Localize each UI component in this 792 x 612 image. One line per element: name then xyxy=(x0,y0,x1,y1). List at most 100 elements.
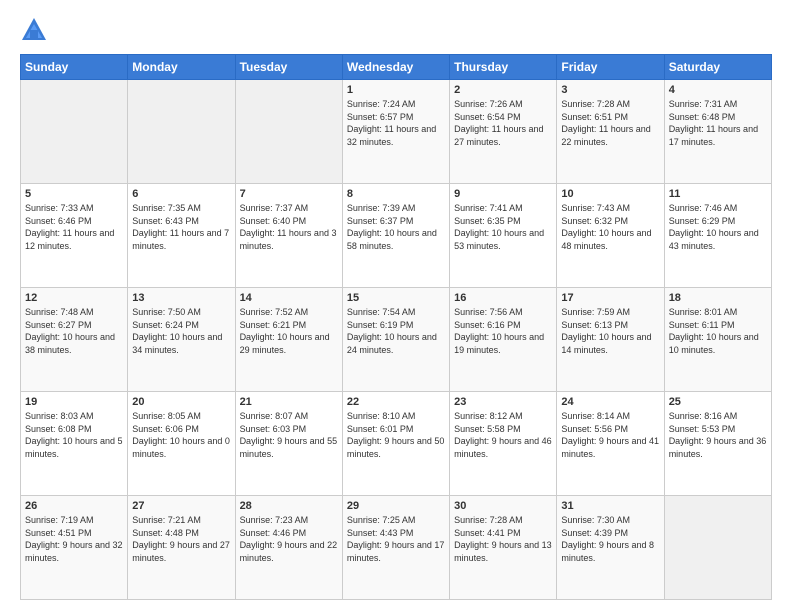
day-info: Sunrise: 7:31 AMSunset: 6:48 PMDaylight:… xyxy=(669,98,767,148)
day-info: Sunrise: 7:26 AMSunset: 6:54 PMDaylight:… xyxy=(454,98,552,148)
week-row-2: 12 Sunrise: 7:48 AMSunset: 6:27 PMDayligh… xyxy=(21,288,772,392)
weekday-header-tuesday: Tuesday xyxy=(235,55,342,80)
weekday-header-saturday: Saturday xyxy=(664,55,771,80)
day-info: Sunrise: 8:14 AMSunset: 5:56 PMDaylight:… xyxy=(561,410,659,460)
day-info: Sunrise: 7:21 AMSunset: 4:48 PMDaylight:… xyxy=(132,514,230,564)
calendar-table: SundayMondayTuesdayWednesdayThursdayFrid… xyxy=(20,54,772,600)
day-info: Sunrise: 8:07 AMSunset: 6:03 PMDaylight:… xyxy=(240,410,338,460)
day-number: 13 xyxy=(132,292,230,304)
day-number: 6 xyxy=(132,188,230,200)
day-number: 4 xyxy=(669,84,767,96)
day-number: 26 xyxy=(25,500,123,512)
calendar-cell: 24 Sunrise: 8:14 AMSunset: 5:56 PMDayligh… xyxy=(557,392,664,496)
week-row-0: 1 Sunrise: 7:24 AMSunset: 6:57 PMDaylight… xyxy=(21,80,772,184)
weekday-header-friday: Friday xyxy=(557,55,664,80)
day-info: Sunrise: 7:28 AMSunset: 4:41 PMDaylight:… xyxy=(454,514,552,564)
calendar-cell: 3 Sunrise: 7:28 AMSunset: 6:51 PMDaylight… xyxy=(557,80,664,184)
day-info: Sunrise: 8:05 AMSunset: 6:06 PMDaylight:… xyxy=(132,410,230,460)
week-row-4: 26 Sunrise: 7:19 AMSunset: 4:51 PMDayligh… xyxy=(21,496,772,600)
calendar-cell: 11 Sunrise: 7:46 AMSunset: 6:29 PMDayligh… xyxy=(664,184,771,288)
day-number: 24 xyxy=(561,396,659,408)
day-number: 18 xyxy=(669,292,767,304)
calendar-cell: 4 Sunrise: 7:31 AMSunset: 6:48 PMDaylight… xyxy=(664,80,771,184)
calendar-cell: 27Sunrise: 7:21 AMSunset: 4:48 PMDayligh… xyxy=(128,496,235,600)
weekday-header-row: SundayMondayTuesdayWednesdayThursdayFrid… xyxy=(21,55,772,80)
day-number: 25 xyxy=(669,396,767,408)
calendar-cell: 26 Sunrise: 7:19 AMSunset: 4:51 PMDayligh… xyxy=(21,496,128,600)
calendar-cell xyxy=(128,80,235,184)
day-number: 20 xyxy=(132,396,230,408)
day-number: 2 xyxy=(454,84,552,96)
weekday-header-wednesday: Wednesday xyxy=(342,55,449,80)
day-info: Sunrise: 8:12 AMSunset: 5:58 PMDaylight:… xyxy=(454,410,552,460)
day-number: 15 xyxy=(347,292,445,304)
calendar-cell xyxy=(235,80,342,184)
day-info: Sunrise: 8:03 AMSunset: 6:08 PMDaylight:… xyxy=(25,410,123,460)
calendar-cell: 10 Sunrise: 7:43 AMSunset: 6:32 PMDayligh… xyxy=(557,184,664,288)
calendar-cell: 6 Sunrise: 7:35 AMSunset: 6:43 PMDaylight… xyxy=(128,184,235,288)
day-number: 23 xyxy=(454,396,552,408)
day-number: 5 xyxy=(25,188,123,200)
calendar-cell xyxy=(21,80,128,184)
day-info: Sunrise: 7:41 AMSunset: 6:35 PMDaylight:… xyxy=(454,202,552,252)
day-info: Sunrise: 7:28 AMSunset: 6:51 PMDaylight:… xyxy=(561,98,659,148)
calendar-cell: 9 Sunrise: 7:41 AMSunset: 6:35 PMDaylight… xyxy=(450,184,557,288)
calendar-cell: 7 Sunrise: 7:37 AMSunset: 6:40 PMDaylight… xyxy=(235,184,342,288)
day-info: Sunrise: 8:10 AMSunset: 6:01 PMDaylight:… xyxy=(347,410,445,460)
calendar-cell: 12 Sunrise: 7:48 AMSunset: 6:27 PMDayligh… xyxy=(21,288,128,392)
day-info: Sunrise: 7:30 AMSunset: 4:39 PMDaylight:… xyxy=(561,514,659,564)
day-number: 22 xyxy=(347,396,445,408)
day-info: Sunrise: 7:25 AMSunset: 4:43 PMDaylight:… xyxy=(347,514,445,564)
day-number: 12 xyxy=(25,292,123,304)
calendar-cell: 31 Sunrise: 7:30 AMSunset: 4:39 PMDayligh… xyxy=(557,496,664,600)
calendar-cell: 16Sunrise: 7:56 AMSunset: 6:16 PMDayligh… xyxy=(450,288,557,392)
day-info: Sunrise: 7:50 AMSunset: 6:24 PMDaylight:… xyxy=(132,306,230,356)
calendar-cell: 20 Sunrise: 8:05 AMSunset: 6:06 PMDayligh… xyxy=(128,392,235,496)
page: SundayMondayTuesdayWednesdayThursdayFrid… xyxy=(0,0,792,612)
calendar-cell: 1 Sunrise: 7:24 AMSunset: 6:57 PMDaylight… xyxy=(342,80,449,184)
day-info: Sunrise: 7:52 AMSunset: 6:21 PMDaylight:… xyxy=(240,306,338,356)
calendar-cell: 25 Sunrise: 8:16 AMSunset: 5:53 PMDayligh… xyxy=(664,392,771,496)
day-info: Sunrise: 7:54 AMSunset: 6:19 PMDaylight:… xyxy=(347,306,445,356)
day-info: Sunrise: 8:16 AMSunset: 5:53 PMDaylight:… xyxy=(669,410,767,460)
day-info: Sunrise: 7:23 AMSunset: 4:46 PMDaylight:… xyxy=(240,514,338,564)
day-number: 3 xyxy=(561,84,659,96)
calendar-cell: 28Sunrise: 7:23 AMSunset: 4:46 PMDayligh… xyxy=(235,496,342,600)
weekday-header-monday: Monday xyxy=(128,55,235,80)
day-info: Sunrise: 7:37 AMSunset: 6:40 PMDaylight:… xyxy=(240,202,338,252)
day-info: Sunrise: 7:59 AMSunset: 6:13 PMDaylight:… xyxy=(561,306,659,356)
day-number: 19 xyxy=(25,396,123,408)
day-info: Sunrise: 7:24 AMSunset: 6:57 PMDaylight:… xyxy=(347,98,445,148)
day-number: 17 xyxy=(561,292,659,304)
day-info: Sunrise: 7:19 AMSunset: 4:51 PMDaylight:… xyxy=(25,514,123,564)
day-number: 30 xyxy=(454,500,552,512)
weekday-header-sunday: Sunday xyxy=(21,55,128,80)
day-number: 7 xyxy=(240,188,338,200)
calendar-cell: 13 Sunrise: 7:50 AMSunset: 6:24 PMDayligh… xyxy=(128,288,235,392)
calendar-cell: 2 Sunrise: 7:26 AMSunset: 6:54 PMDaylight… xyxy=(450,80,557,184)
week-row-1: 5 Sunrise: 7:33 AMSunset: 6:46 PMDaylight… xyxy=(21,184,772,288)
calendar-cell: 5 Sunrise: 7:33 AMSunset: 6:46 PMDaylight… xyxy=(21,184,128,288)
day-number: 1 xyxy=(347,84,445,96)
calendar-cell: 17 Sunrise: 7:59 AMSunset: 6:13 PMDayligh… xyxy=(557,288,664,392)
day-info: Sunrise: 7:48 AMSunset: 6:27 PMDaylight:… xyxy=(25,306,123,356)
day-info: Sunrise: 7:56 AMSunset: 6:16 PMDaylight:… xyxy=(454,306,552,356)
calendar-cell xyxy=(664,496,771,600)
day-info: Sunrise: 7:43 AMSunset: 6:32 PMDaylight:… xyxy=(561,202,659,252)
logo-icon xyxy=(20,16,48,44)
calendar-cell: 21Sunrise: 8:07 AMSunset: 6:03 PMDayligh… xyxy=(235,392,342,496)
day-number: 10 xyxy=(561,188,659,200)
calendar-cell: 30 Sunrise: 7:28 AMSunset: 4:41 PMDayligh… xyxy=(450,496,557,600)
day-number: 31 xyxy=(561,500,659,512)
day-number: 14 xyxy=(240,292,338,304)
calendar-cell: 8Sunrise: 7:39 AMSunset: 6:37 PMDaylight… xyxy=(342,184,449,288)
day-number: 11 xyxy=(669,188,767,200)
day-number: 9 xyxy=(454,188,552,200)
week-row-3: 19 Sunrise: 8:03 AMSunset: 6:08 PMDayligh… xyxy=(21,392,772,496)
calendar-cell: 18Sunrise: 8:01 AMSunset: 6:11 PMDayligh… xyxy=(664,288,771,392)
day-number: 29 xyxy=(347,500,445,512)
day-info: Sunrise: 7:35 AMSunset: 6:43 PMDaylight:… xyxy=(132,202,230,252)
day-info: Sunrise: 7:33 AMSunset: 6:46 PMDaylight:… xyxy=(25,202,123,252)
calendar-cell: 19 Sunrise: 8:03 AMSunset: 6:08 PMDayligh… xyxy=(21,392,128,496)
day-info: Sunrise: 7:46 AMSunset: 6:29 PMDaylight:… xyxy=(669,202,767,252)
